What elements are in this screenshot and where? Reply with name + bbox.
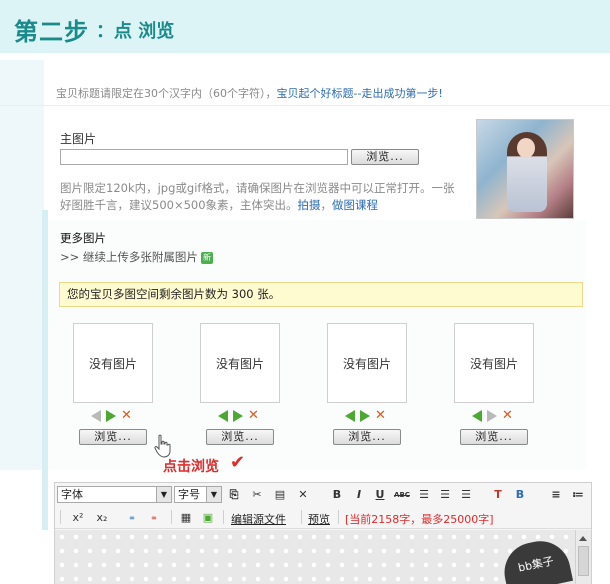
main-image-desc-text: 图片限定120k内，jpg或gif格式，请确保图片在浏览器中可以正常打开。一张好… <box>60 181 455 212</box>
table-icon[interactable]: ▦ <box>179 511 193 525</box>
slot-controls: ✕ <box>345 409 395 424</box>
move-left-icon[interactable] <box>345 410 355 422</box>
ordered-list-icon[interactable]: ≡ <box>549 488 563 502</box>
step-subtitle: ：点 浏览 <box>96 21 175 42</box>
slot-4-browse-button[interactable]: 浏览... <box>460 429 528 445</box>
left-band <box>0 60 48 530</box>
move-right-icon[interactable] <box>233 410 243 422</box>
chevron-down-icon: ▼ <box>156 487 171 502</box>
align-left-icon[interactable]: ☰ <box>417 488 431 502</box>
align-right-icon[interactable]: ☰ <box>459 488 473 502</box>
unlink-icon[interactable]: ∞ <box>145 511 163 525</box>
toolbar-separator <box>223 510 224 524</box>
font-color-icon[interactable]: T <box>491 488 505 502</box>
move-left-icon[interactable] <box>218 410 228 422</box>
upload-more-link[interactable]: >> 继续上传多张附属图片 <box>60 250 198 264</box>
image-slot-4: 没有图片 ✕ 浏览... <box>454 323 534 445</box>
scroll-up-icon[interactable] <box>579 536 587 541</box>
copy-icon[interactable]: ⎘ <box>227 488 241 502</box>
font-select-value: 字体 <box>61 488 83 501</box>
step-header: 第二步 ：点 浏览 <box>0 0 610 53</box>
superscript-icon[interactable]: x² <box>71 511 85 525</box>
cut-icon[interactable]: ✂ <box>250 488 264 502</box>
new-badge-icon: 新 <box>200 251 213 264</box>
editor-scrollbar[interactable] <box>575 530 591 584</box>
divider <box>0 105 610 106</box>
course-link[interactable]: 做图课程 <box>332 198 378 212</box>
move-right-icon[interactable] <box>106 410 116 422</box>
clear-format-icon[interactable]: ✕ <box>296 488 310 502</box>
slot-1-browse-button[interactable]: 浏览... <box>79 429 147 445</box>
image-slot-2: 没有图片 ✕ 浏览... <box>200 323 280 445</box>
toolbar-separator <box>301 510 302 524</box>
subscript-icon[interactable]: x₂ <box>95 511 109 525</box>
more-images-title: 更多图片 <box>60 231 106 245</box>
toolbar-separator <box>60 510 61 524</box>
space-notice: 您的宝贝多图空间剩余图片数为 300 张。 <box>59 282 583 307</box>
slot-2-browse-button[interactable]: 浏览... <box>206 429 274 445</box>
size-select-value: 字号 <box>178 488 200 501</box>
rich-text-editor: 字体 ▼ 字号 ▼ ⎘ ✂ ▤ ✕ B I U ABC ☰ ☰ ☰ T B ≡ … <box>54 482 592 584</box>
insert-image-icon[interactable]: ▣ <box>201 511 215 525</box>
font-size-select[interactable]: 字号 ▼ <box>174 486 222 503</box>
title-tip: 宝贝标题请限定在30个汉字内（60个字符），宝贝起个好标题--走出成功第一步! <box>56 85 443 101</box>
word-count: [当前2158字，最多25000字] <box>345 513 494 526</box>
scroll-thumb[interactable] <box>578 546 589 576</box>
delete-icon[interactable]: ✕ <box>248 409 259 422</box>
strikethrough-icon[interactable]: ABC <box>393 488 411 502</box>
editor-toolbar-row-1: 字体 ▼ 字号 ▼ ⎘ ✂ ▤ ✕ B I U ABC ☰ ☰ ☰ T B ≡ … <box>55 483 591 507</box>
thumbnail-face <box>517 138 535 158</box>
pointer-hand-icon <box>154 434 171 458</box>
delete-icon[interactable]: ✕ <box>502 409 513 422</box>
main-image-browse-button[interactable]: 浏览... <box>351 149 419 165</box>
italic-icon[interactable]: I <box>352 488 366 502</box>
bg-color-icon[interactable]: B <box>513 488 527 502</box>
editor-toolbar-row-2: x² x₂ ∞ ∞ ▦ ▣ 编辑源文件 预览 [当前2158字，最多25000字… <box>55 507 591 529</box>
move-left-icon[interactable] <box>472 410 482 422</box>
title-tip-text: 宝贝标题请限定在30个汉字内（60个字符）， <box>56 87 277 100</box>
image-slot-1: 没有图片 ✕ 浏览... <box>73 323 153 445</box>
link-icon[interactable]: ∞ <box>123 511 141 525</box>
more-images-link-row: >> 继续上传多张附属图片新 <box>60 249 213 265</box>
click-browse-tip: 点击浏览 <box>163 459 219 475</box>
checkmark-icon: ✔ <box>230 452 246 473</box>
main-image-thumbnail <box>476 119 574 219</box>
move-right-icon[interactable] <box>487 410 497 422</box>
delete-icon[interactable]: ✕ <box>121 409 132 422</box>
underline-icon[interactable]: U <box>373 488 387 502</box>
delete-icon[interactable]: ✕ <box>375 409 386 422</box>
edit-source-button[interactable]: 编辑源文件 <box>231 511 286 527</box>
move-right-icon[interactable] <box>360 410 370 422</box>
slot-empty-box: 没有图片 <box>454 323 534 403</box>
slot-empty-box: 没有图片 <box>73 323 153 403</box>
link-separator: ， <box>320 198 333 212</box>
main-image-label: 主图片 <box>60 132 97 146</box>
slot-controls: ✕ <box>91 409 141 424</box>
align-center-icon[interactable]: ☰ <box>438 488 452 502</box>
font-family-select[interactable]: 字体 ▼ <box>57 486 172 503</box>
main-image-path-input[interactable] <box>60 149 348 165</box>
slot-empty-box: 没有图片 <box>327 323 407 403</box>
slot-controls: ✕ <box>472 409 522 424</box>
toolbar-separator <box>171 510 172 524</box>
slot-3-browse-button[interactable]: 浏览... <box>333 429 401 445</box>
step-title: 第二步 <box>14 18 89 46</box>
move-left-icon[interactable] <box>91 410 101 422</box>
chevron-down-icon: ▼ <box>206 487 221 502</box>
paste-icon[interactable]: ▤ <box>273 488 287 502</box>
shoot-link[interactable]: 拍摄 <box>298 198 321 212</box>
preview-button[interactable]: 预览 <box>308 511 330 527</box>
watermark-stamp: bb集子 <box>498 535 574 584</box>
slot-controls: ✕ <box>218 409 268 424</box>
image-slot-3: 没有图片 ✕ 浏览... <box>327 323 407 445</box>
bold-icon[interactable]: B <box>330 488 344 502</box>
main-image-description: 图片限定120k内，jpg或gif格式，请确保图片在浏览器中可以正常打开。一张好… <box>60 180 458 214</box>
editor-content-area[interactable]: bb集子 <box>55 530 575 584</box>
unordered-list-icon[interactable]: ≔ <box>571 488 585 502</box>
slot-empty-box: 没有图片 <box>200 323 280 403</box>
toolbar-separator <box>338 510 339 524</box>
title-tip-link[interactable]: 宝贝起个好标题--走出成功第一步! <box>277 87 443 100</box>
